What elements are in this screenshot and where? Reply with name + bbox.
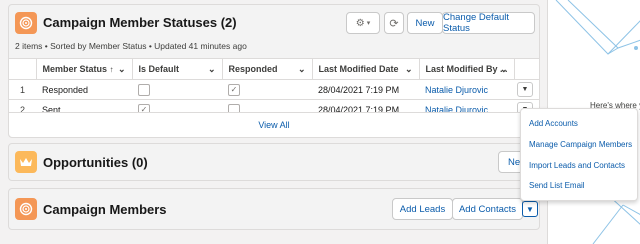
crown-icon [15,151,37,173]
responded-checkbox: ✓ [228,83,240,96]
menu-item-import-leads-and-contacts[interactable]: Import Leads and Contacts [529,161,625,170]
statuses-table: Member Status ↑ ⌄ Is Default ⌄ Responded ⌄ … [9,58,539,120]
column-header-responded[interactable]: Responded ⌄ [221,58,312,80]
add-contacts-button[interactable]: Add Contacts [452,198,523,220]
menu-item-add-accounts[interactable]: Add Accounts [529,119,578,128]
menu-item-manage-campaign-members[interactable]: Manage Campaign Members [529,140,632,149]
chevron-down-icon[interactable]: ⌄ [208,64,216,75]
member-status-cell: Responded [36,79,132,100]
list-info: 2 items • Sorted by Member Status • Upda… [15,41,247,51]
view-all-link[interactable]: View All [9,112,539,137]
card-title: Opportunities (0) [43,155,148,170]
card-title: Campaign Members [43,202,167,217]
menu-item-send-list-email[interactable]: Send List Email [529,181,585,190]
card-title: Campaign Member Statuses (2) [43,15,237,30]
row-number: 1 [9,79,36,100]
table-row: 1 Responded ✓ 28/04/2021 7:19 PM Natalie… [9,79,539,100]
chevron-down-icon[interactable]: ⌄ [405,64,413,75]
more-actions-menu: Add Accounts Manage Campaign Members Imp… [520,108,638,201]
chevron-down-icon[interactable]: ⌄ [500,64,508,75]
row-number-header [9,58,36,80]
refresh-button[interactable]: ⟳ [384,12,404,34]
sort-arrow-up-icon: ↑ [109,65,114,74]
campaign-member-statuses-card: Campaign Member Statuses (2) ⚙ ▾ ⟳ New Ch… [8,4,540,138]
gear-icon: ⚙ [355,17,365,29]
column-header-is-default[interactable]: Is Default ⌄ [131,58,222,80]
add-leads-button[interactable]: Add Leads [392,198,453,220]
last-modified-date-cell: 28/04/2021 7:19 PM [312,79,419,100]
actions-header [513,58,539,80]
new-button[interactable]: New [407,12,443,34]
column-header-last-modified-date[interactable]: Last Modified Date ⌄ [311,58,419,80]
chevron-down-icon[interactable]: ⌄ [298,64,306,75]
more-actions-button[interactable]: ▼ [522,201,538,217]
settings-button[interactable]: ⚙ ▾ [346,12,380,34]
row-actions-button[interactable]: ▼ [517,82,533,97]
chevron-down-icon: ▾ [366,20,371,27]
change-default-status-button[interactable]: Change Default Status [442,12,535,34]
campaign-icon [15,12,37,34]
is-default-checkbox [138,83,150,96]
campaign-members-card: Campaign Members Add Leads Add Contacts … [8,188,540,230]
refresh-icon: ⟳ [389,17,399,30]
chevron-down-icon: ▼ [526,204,534,214]
opportunities-card: Opportunities (0) New [8,143,540,181]
column-header-last-modified-by[interactable]: Last Modified By ... ⌄ [418,58,514,80]
column-header-member-status[interactable]: Member Status ↑ ⌄ [35,58,132,80]
last-modified-by-link[interactable]: Natalie Djurovic [419,79,514,100]
chevron-down-icon[interactable]: ⌄ [118,64,126,75]
campaign-icon [15,198,37,220]
